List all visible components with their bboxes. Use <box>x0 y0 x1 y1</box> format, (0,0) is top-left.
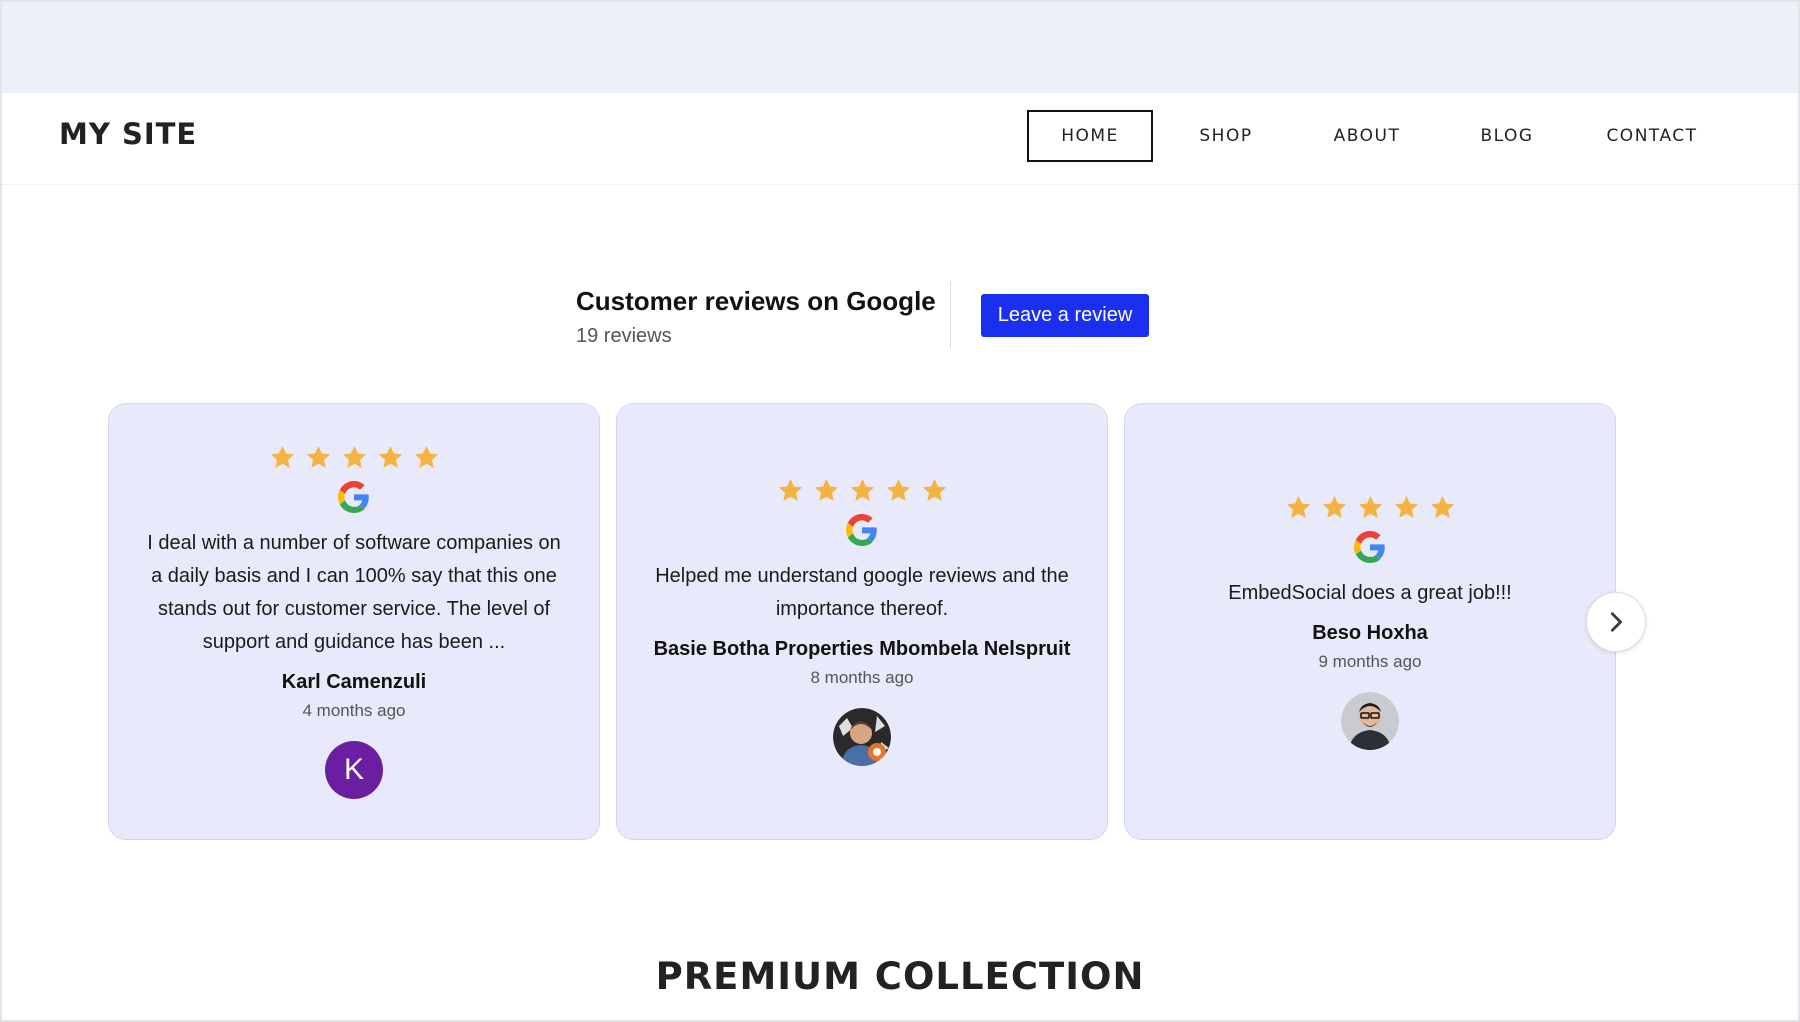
star-icon <box>922 479 946 501</box>
site-header: MY SITE HOME SHOP ABOUT BLOG CONTACT <box>2 93 1798 185</box>
page-frame: MY SITE HOME SHOP ABOUT BLOG CONTACT Cus… <box>0 0 1800 1022</box>
carousel-next-button[interactable] <box>1586 592 1646 652</box>
review-text: I deal with a number of software compani… <box>147 532 561 653</box>
reviewer-name[interactable]: Karl Camenzuli <box>282 671 426 694</box>
star-icon <box>1322 495 1346 518</box>
star-rating <box>269 444 440 471</box>
reviewer-name[interactable]: Beso Hoxha <box>1312 622 1428 645</box>
leave-review-button[interactable]: Leave a review <box>981 294 1149 337</box>
review-date: 9 months ago <box>1318 651 1422 671</box>
section-title: PREMIUM COLLECTION <box>655 955 1145 998</box>
star-icon <box>850 479 874 501</box>
review-text: Helped me understand google reviews and … <box>655 565 1069 620</box>
nav-home[interactable]: HOME <box>1027 110 1153 162</box>
site-logo[interactable]: MY SITE <box>59 117 197 151</box>
star-icon <box>378 446 402 468</box>
reviews-count: 19 reviews <box>576 325 672 347</box>
star-rating <box>777 477 948 504</box>
nav-about[interactable]: ABOUT <box>1303 110 1431 162</box>
nav-contact[interactable]: CONTACT <box>1583 110 1721 162</box>
review-card: EmbedSocial does a great job!!! Beso Hox… <box>1124 403 1616 840</box>
avatar: K <box>325 741 383 799</box>
nav-blog[interactable]: BLOG <box>1445 110 1569 162</box>
star-icon <box>778 479 802 501</box>
main-nav: HOME SHOP ABOUT BLOG CONTACT <box>1027 110 1721 162</box>
star-icon <box>342 446 366 468</box>
star-icon <box>886 479 910 501</box>
star-icon <box>414 446 438 468</box>
top-band <box>2 2 1798 93</box>
review-text: EmbedSocial does a great job!!! <box>1228 581 1512 604</box>
review-card: I deal with a number of software compani… <box>108 403 600 840</box>
header-divider <box>950 282 951 348</box>
avatar <box>833 708 891 766</box>
star-icon <box>1358 495 1382 518</box>
star-icon <box>270 446 294 468</box>
review-date: 8 months ago <box>810 668 914 687</box>
star-icon <box>1394 495 1418 518</box>
avatar <box>1341 691 1399 750</box>
star-icon <box>1286 495 1310 518</box>
star-icon <box>1430 495 1454 518</box>
nav-shop[interactable]: SHOP <box>1163 110 1289 162</box>
review-card: Helped me understand google reviews and … <box>616 403 1108 840</box>
google-icon <box>338 481 369 513</box>
star-icon <box>306 446 330 468</box>
google-icon <box>846 514 877 546</box>
star-icon <box>814 479 838 501</box>
star-rating <box>1285 494 1456 521</box>
review-date: 4 months ago <box>302 701 406 720</box>
chevron-right-icon <box>1610 612 1622 632</box>
reviewer-name[interactable]: Basie Botha Properties Mbombela Nelsprui… <box>654 638 1071 661</box>
reviews-title: Customer reviews on Google <box>576 286 936 316</box>
google-icon <box>1354 530 1385 563</box>
